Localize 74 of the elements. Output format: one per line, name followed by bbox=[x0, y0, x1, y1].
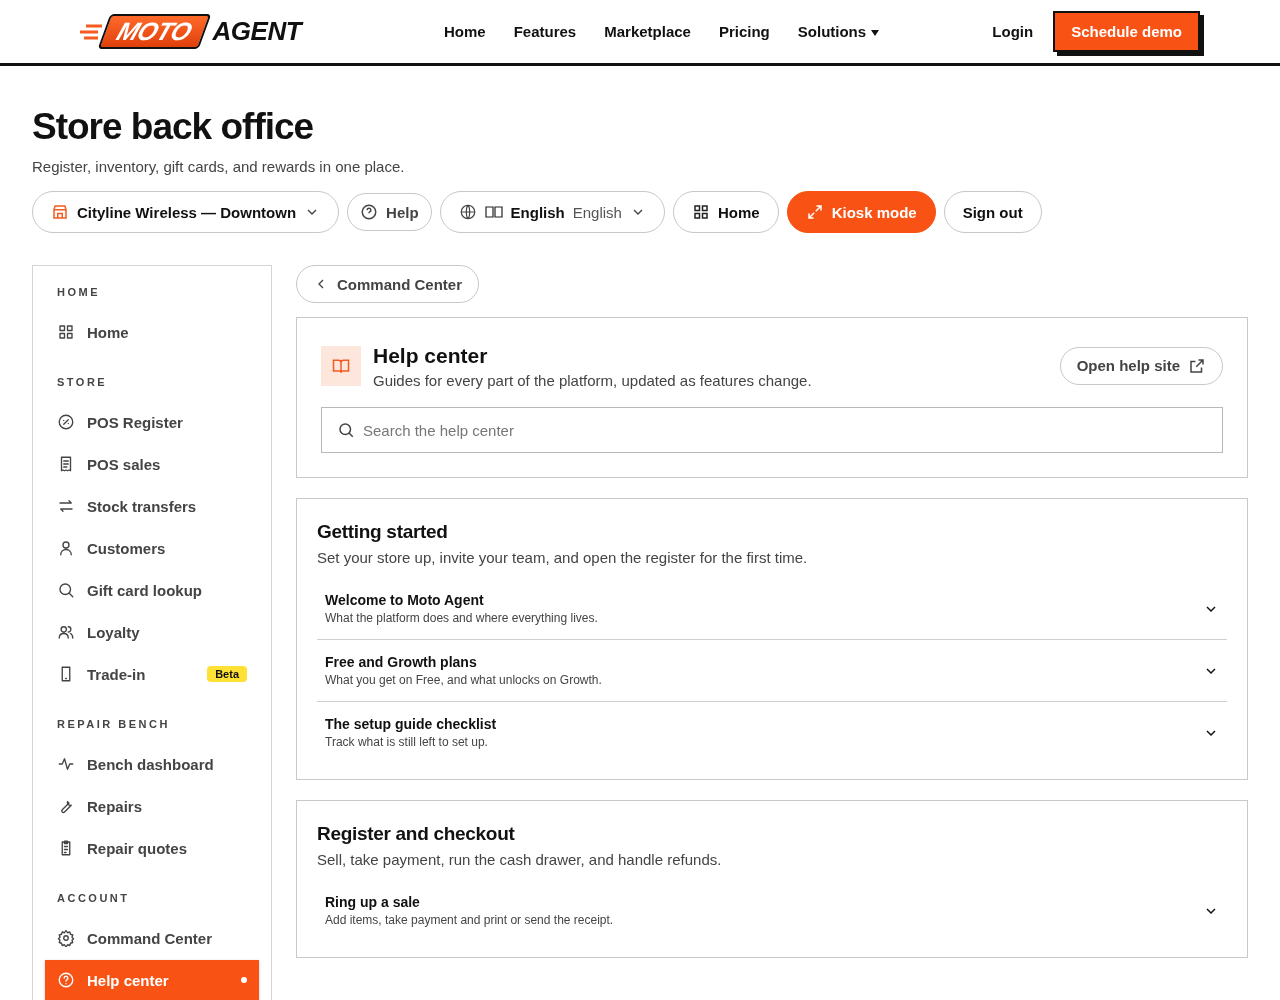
sidebar-item[interactable]: POS sales bbox=[45, 444, 259, 484]
open-help-site-button[interactable]: Open help site bbox=[1059, 346, 1223, 385]
sidebar-section-heading: ACCOUNT bbox=[56, 892, 131, 904]
section-title: Register and checkout bbox=[317, 823, 516, 845]
search-icon bbox=[337, 421, 355, 439]
book-icon bbox=[321, 346, 361, 386]
caret-icon bbox=[871, 30, 880, 37]
nav-link[interactable]: Home bbox=[444, 23, 486, 40]
globe-icon bbox=[458, 203, 477, 221]
nav-link[interactable]: Pricing bbox=[718, 23, 770, 40]
beta-badge: Beta bbox=[207, 666, 247, 682]
sidebar-item[interactable]: POS Register bbox=[45, 402, 259, 442]
storefront-icon bbox=[51, 203, 69, 221]
sidebar-item[interactable]: Stock transfers bbox=[45, 486, 259, 526]
article-title: Ring up a sale bbox=[325, 894, 421, 910]
language-label: English bbox=[510, 203, 565, 221]
search-icon bbox=[57, 581, 75, 599]
expand-icon bbox=[805, 203, 824, 221]
article-description: Add items, take payment and print or send the receipt. bbox=[325, 913, 615, 927]
pulse-icon bbox=[57, 755, 75, 773]
language-select[interactable]: English English bbox=[439, 191, 665, 233]
sign-out-button[interactable]: Sign out bbox=[943, 191, 1042, 233]
help-button[interactable]: Help bbox=[347, 193, 432, 231]
grid-icon bbox=[691, 203, 710, 221]
back-button[interactable]: Command Center bbox=[296, 265, 480, 303]
section-subtitle: Set your store up, invite your team, and open the register for the first time. bbox=[317, 549, 809, 566]
sidebar-item[interactable]: Gift card lookup bbox=[45, 570, 259, 610]
help-center-subtitle: Guides for every part of the platform, updated as features change. bbox=[373, 372, 813, 389]
article-description: What you get on Free, and what unlocks on Growth. bbox=[325, 673, 603, 687]
sidebar-item[interactable]: Home bbox=[45, 312, 259, 352]
help-icon bbox=[57, 971, 75, 989]
badge-percent-icon bbox=[57, 413, 75, 431]
help-search-field[interactable]: Search the help center bbox=[321, 407, 1223, 453]
nav-link[interactable]: Features bbox=[513, 23, 577, 40]
sidebar-item[interactable]: Customers bbox=[45, 528, 259, 568]
accordion-item[interactable]: Welcome to Moto Agent What the platform does and where everything lives. bbox=[317, 578, 1227, 640]
glyph-boxes-icon bbox=[484, 206, 503, 218]
sidebar-section-heading: STORE bbox=[56, 376, 109, 388]
nav-link[interactable]: Marketplace bbox=[604, 23, 691, 40]
sidebar-item[interactable]: Trade-in Beta bbox=[45, 654, 259, 694]
sidebar-item[interactable]: Command Center bbox=[45, 918, 259, 958]
accordion-item[interactable]: Free and Growth plans What you get on Free, and what unlocks on Growth. bbox=[317, 640, 1227, 702]
accordion-item[interactable]: Ring up a sale Add items, take payment and print or send the receipt. bbox=[317, 880, 1227, 941]
article-title: Free and Growth plans bbox=[325, 654, 478, 670]
transfer-arrows-icon bbox=[57, 497, 75, 515]
sidebar-section-heading: HOME bbox=[56, 286, 101, 298]
settings-icon bbox=[57, 929, 75, 947]
section-subtitle: Sell, take payment, run the cash drawer, and handle refunds. bbox=[317, 851, 723, 868]
article-description: Track what is still left to set up. bbox=[325, 735, 489, 749]
article-title: Welcome to Moto Agent bbox=[325, 592, 485, 608]
article-description: What the platform does and where everything lives. bbox=[325, 611, 599, 625]
section-title: Getting started bbox=[317, 521, 449, 543]
sidebar-item[interactable]: Repair quotes bbox=[45, 828, 259, 868]
login-link[interactable]: Login bbox=[992, 23, 1034, 40]
language-native-label: English bbox=[572, 203, 622, 221]
page-title: Store back office bbox=[32, 106, 315, 148]
help-center-title: Help center bbox=[373, 344, 489, 368]
users-icon bbox=[57, 623, 75, 641]
sidebar-item[interactable]: Bench dashboard bbox=[45, 744, 259, 784]
external-link-icon bbox=[1188, 356, 1206, 375]
active-dot-icon bbox=[241, 977, 247, 983]
home-button[interactable]: Home bbox=[672, 191, 779, 233]
page-subtitle: Register, inventory, gift cards, and rewards in one place. bbox=[32, 158, 406, 175]
sidebar-item[interactable]: Repairs bbox=[45, 786, 259, 826]
logo[interactable]: MOTO AGENT bbox=[80, 14, 380, 49]
store-select[interactable]: Cityline Wireless — Downtown bbox=[32, 191, 340, 233]
help-icon bbox=[360, 203, 379, 221]
accordion-item[interactable]: The setup guide checklist Track what is still left to set up. bbox=[317, 702, 1227, 763]
sidebar-item[interactable]: Loyalty bbox=[45, 612, 259, 652]
nav-link[interactable]: Solutions bbox=[797, 23, 880, 40]
user-icon bbox=[57, 539, 75, 557]
article-title: The setup guide checklist bbox=[325, 716, 498, 732]
sidebar-section-heading: REPAIR BENCH bbox=[56, 718, 171, 730]
grid-icon bbox=[57, 323, 75, 341]
